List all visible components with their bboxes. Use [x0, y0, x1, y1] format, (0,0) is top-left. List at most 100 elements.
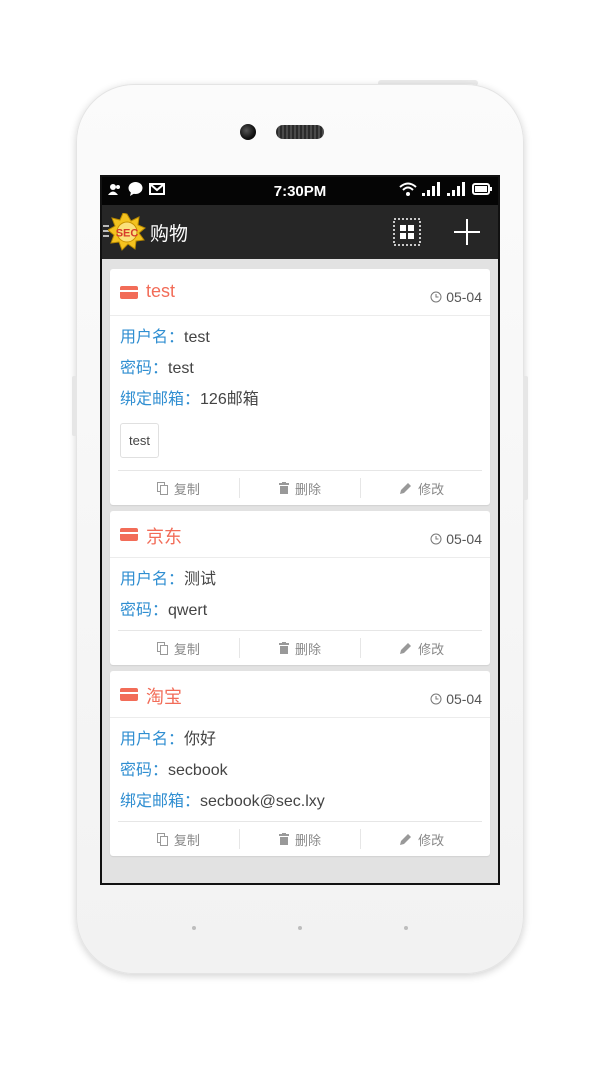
username-label: 用户名： — [120, 731, 185, 748]
card-date: 05-04 — [430, 289, 482, 305]
account-card-test[interactable]: test 05-04 用户名：test 密码：test 绑定邮箱：126邮箱 t… — [110, 269, 490, 505]
delete-label: 删除 — [295, 833, 322, 849]
phone-side-button-left — [72, 376, 77, 436]
earpiece-speaker — [276, 125, 324, 139]
edit-label: 修改 — [418, 833, 445, 849]
signal-icon-1 — [422, 182, 440, 196]
copy-label: 复制 — [173, 482, 200, 498]
username-value: 测试 — [184, 571, 217, 588]
clock-icon — [430, 291, 442, 303]
card-body: 用户名：测试 密码：qwert — [110, 558, 490, 628]
delete-button[interactable]: 删除 — [240, 829, 362, 849]
copy-icon — [156, 641, 168, 655]
card-date: 05-04 — [430, 691, 482, 707]
edit-button[interactable]: 修改 — [361, 478, 482, 498]
card-title: 京东 — [146, 527, 182, 547]
card-header: 淘宝 05-04 — [110, 671, 490, 718]
email-value: secbook@sec.lxy — [200, 793, 325, 810]
card-body: 用户名：test 密码：test 绑定邮箱：126邮箱 test — [110, 316, 490, 468]
clock-icon — [430, 533, 442, 545]
delete-button[interactable]: 删除 — [240, 638, 362, 658]
password-value: test — [168, 360, 194, 377]
copy-button[interactable]: 复制 — [118, 638, 240, 658]
account-card-jd[interactable]: 京东 05-04 用户名：测试 密码：qwert 复制 删除 修改 — [110, 511, 490, 665]
card-header: test 05-04 — [110, 269, 490, 316]
password-row: 密码：qwert — [120, 595, 480, 626]
delete-button[interactable]: 删除 — [240, 478, 362, 498]
status-bar-right — [399, 182, 492, 196]
username-label: 用户名： — [120, 571, 185, 588]
app-title: 购物 — [150, 223, 189, 245]
card-body: 用户名：你好 密码：secbook 绑定邮箱：secbook@sec.lxy — [110, 718, 490, 819]
pencil-icon — [400, 642, 412, 654]
copy-label: 复制 — [173, 833, 200, 849]
copy-button[interactable]: 复制 — [118, 478, 240, 498]
front-camera — [240, 124, 256, 140]
signal-icon-2 — [447, 182, 465, 196]
password-row: 密码：secbook — [120, 755, 480, 786]
password-value: secbook — [168, 762, 228, 779]
app-logo-icon[interactable]: SEC — [108, 213, 146, 251]
svg-text:SEC: SEC — [116, 228, 139, 240]
email-row: 绑定邮箱：secbook@sec.lxy — [120, 786, 480, 817]
app-bar: SEC 购物 — [102, 205, 498, 259]
username-value: 你好 — [184, 731, 217, 748]
password-label: 密码： — [120, 762, 169, 779]
card-date: 05-04 — [430, 531, 482, 547]
nav-dot-right — [404, 926, 408, 930]
phone-side-button-right — [523, 376, 528, 500]
pencil-icon — [400, 482, 412, 494]
card-header: 京东 05-04 — [110, 511, 490, 558]
password-label: 密码： — [120, 360, 169, 377]
card-date-text: 05-04 — [446, 691, 482, 707]
add-icon[interactable] — [452, 217, 482, 247]
username-value: test — [184, 329, 210, 346]
email-label: 绑定邮箱： — [120, 391, 201, 408]
pencil-icon — [400, 833, 412, 845]
card-icon — [120, 688, 138, 701]
username-row: 用户名：test — [120, 322, 480, 353]
trash-icon — [279, 833, 289, 845]
trash-icon — [279, 642, 289, 654]
battery-icon — [472, 183, 492, 195]
clock-icon — [430, 693, 442, 705]
username-row: 用户名：测试 — [120, 564, 480, 595]
card-icon — [120, 528, 138, 541]
phone-screen: 7:30PM SEC 购物 test 05-04 用户名：test 密码：tes… — [100, 175, 500, 885]
nav-dot-left — [192, 926, 196, 930]
edit-button[interactable]: 修改 — [361, 638, 482, 658]
card-date-text: 05-04 — [446, 531, 482, 547]
card-title: test — [146, 281, 176, 301]
card-actions: 复制 删除 修改 — [118, 470, 482, 505]
copy-button[interactable]: 复制 — [118, 829, 240, 849]
copy-label: 复制 — [173, 642, 200, 658]
card-actions: 复制 删除 修改 — [118, 821, 482, 856]
account-card-taobao[interactable]: 淘宝 05-04 用户名：你好 密码：secbook 绑定邮箱：secbook@… — [110, 671, 490, 856]
nav-dot-center — [298, 926, 302, 930]
edit-button[interactable]: 修改 — [361, 829, 482, 849]
username-row: 用户名：你好 — [120, 724, 480, 755]
email-row: 绑定邮箱：126邮箱 — [120, 384, 480, 415]
delete-label: 删除 — [295, 482, 322, 498]
copy-icon — [156, 832, 168, 846]
wifi-icon — [399, 182, 417, 196]
trash-icon — [279, 482, 289, 494]
password-row: 密码：test — [120, 353, 480, 384]
delete-label: 删除 — [295, 642, 322, 658]
email-value: 126邮箱 — [200, 391, 259, 408]
copy-icon — [156, 481, 168, 495]
edit-label: 修改 — [418, 482, 445, 498]
card-date-text: 05-04 — [446, 289, 482, 305]
card-icon — [120, 286, 138, 299]
username-label: 用户名： — [120, 329, 185, 346]
note-tag: test — [120, 423, 159, 458]
card-actions: 复制 删除 修改 — [118, 630, 482, 665]
edit-label: 修改 — [418, 642, 445, 658]
card-title: 淘宝 — [146, 687, 182, 707]
account-list: test 05-04 用户名：test 密码：test 绑定邮箱：126邮箱 t… — [102, 259, 498, 856]
status-bar: 7:30PM — [102, 177, 498, 205]
password-value: qwert — [168, 602, 208, 619]
password-label: 密码： — [120, 602, 169, 619]
grid-view-icon[interactable] — [392, 217, 422, 247]
email-label: 绑定邮箱： — [120, 793, 201, 810]
